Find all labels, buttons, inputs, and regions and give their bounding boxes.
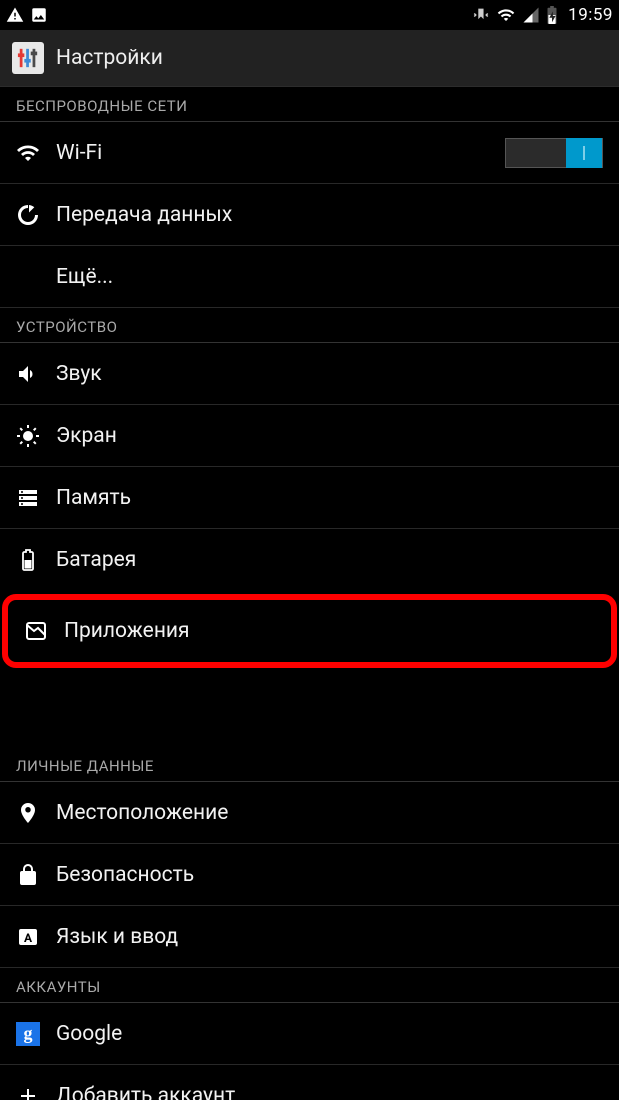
item-label: Google — [56, 1022, 122, 1046]
apps-icon — [24, 619, 64, 643]
item-label: Безопасность — [56, 863, 194, 887]
settings-item-apps[interactable]: Приложения — [8, 600, 611, 662]
item-label: Wi-Fi — [56, 141, 102, 165]
section-header-personal: ЛИЧНЫЕ ДАННЫЕ — [0, 747, 619, 782]
highlight-box: Приложения — [2, 594, 617, 668]
item-label: Ещё... — [56, 265, 113, 289]
section-header-accounts: АККАУНТЫ — [0, 968, 619, 1003]
settings-item-wifi[interactable]: Wi-Fi — [0, 122, 619, 184]
wifi-icon — [496, 6, 516, 24]
settings-item-security[interactable]: Безопасность — [0, 844, 619, 906]
page-title: Настройки — [56, 46, 163, 70]
google-icon: g — [16, 1022, 56, 1046]
data-usage-icon — [16, 203, 56, 227]
battery-icon — [16, 548, 56, 572]
plus-icon — [16, 1084, 56, 1100]
blank-spacer — [0, 671, 619, 747]
item-label: Память — [56, 486, 131, 510]
settings-list[interactable]: БЕСПРОВОДНЫЕ СЕТИ Wi-Fi Передача данных … — [0, 87, 619, 1100]
item-label: Местоположение — [56, 801, 228, 825]
action-bar: Настройки — [0, 30, 619, 87]
settings-item-display[interactable]: Экран — [0, 405, 619, 467]
item-label: Передача данных — [56, 203, 232, 227]
settings-app-icon[interactable] — [12, 42, 44, 74]
section-header-device: УСТРОЙСТВО — [0, 308, 619, 343]
language-icon: A — [16, 925, 56, 949]
status-bar: 19:59 — [0, 0, 619, 30]
sound-icon — [16, 362, 56, 386]
wifi-toggle[interactable] — [505, 138, 603, 168]
item-label: Приложения — [64, 619, 190, 643]
status-clock: 19:59 — [568, 5, 613, 25]
storage-icon — [16, 486, 56, 510]
item-label: Добавить аккаунт — [56, 1084, 235, 1100]
battery-charging-icon — [546, 6, 558, 24]
signal-icon — [522, 6, 540, 24]
settings-item-battery[interactable]: Батарея — [0, 529, 619, 591]
settings-item-more[interactable]: Ещё... — [0, 246, 619, 308]
settings-item-google[interactable]: g Google — [0, 1003, 619, 1065]
location-icon — [16, 801, 56, 825]
item-label: Экран — [56, 424, 117, 448]
section-header-wireless: БЕСПРОВОДНЫЕ СЕТИ — [0, 87, 619, 122]
lock-icon — [16, 863, 56, 887]
settings-item-sound[interactable]: Звук — [0, 343, 619, 405]
svg-text:A: A — [24, 931, 33, 945]
settings-item-data-usage[interactable]: Передача данных — [0, 184, 619, 246]
settings-item-add-account[interactable]: Добавить аккаунт — [0, 1065, 619, 1100]
item-label: Батарея — [56, 548, 136, 572]
settings-item-location[interactable]: Местоположение — [0, 782, 619, 844]
vibrate-icon — [472, 6, 490, 24]
status-left-icons — [6, 6, 48, 24]
display-icon — [16, 424, 56, 448]
warning-icon — [6, 6, 24, 24]
wifi-icon — [16, 141, 56, 165]
item-label: Звук — [56, 362, 102, 386]
status-right-icons: 19:59 — [472, 5, 613, 25]
item-label: Язык и ввод — [56, 925, 178, 949]
settings-item-language[interactable]: A Язык и ввод — [0, 906, 619, 968]
settings-item-storage[interactable]: Память — [0, 467, 619, 529]
image-icon — [30, 6, 48, 24]
